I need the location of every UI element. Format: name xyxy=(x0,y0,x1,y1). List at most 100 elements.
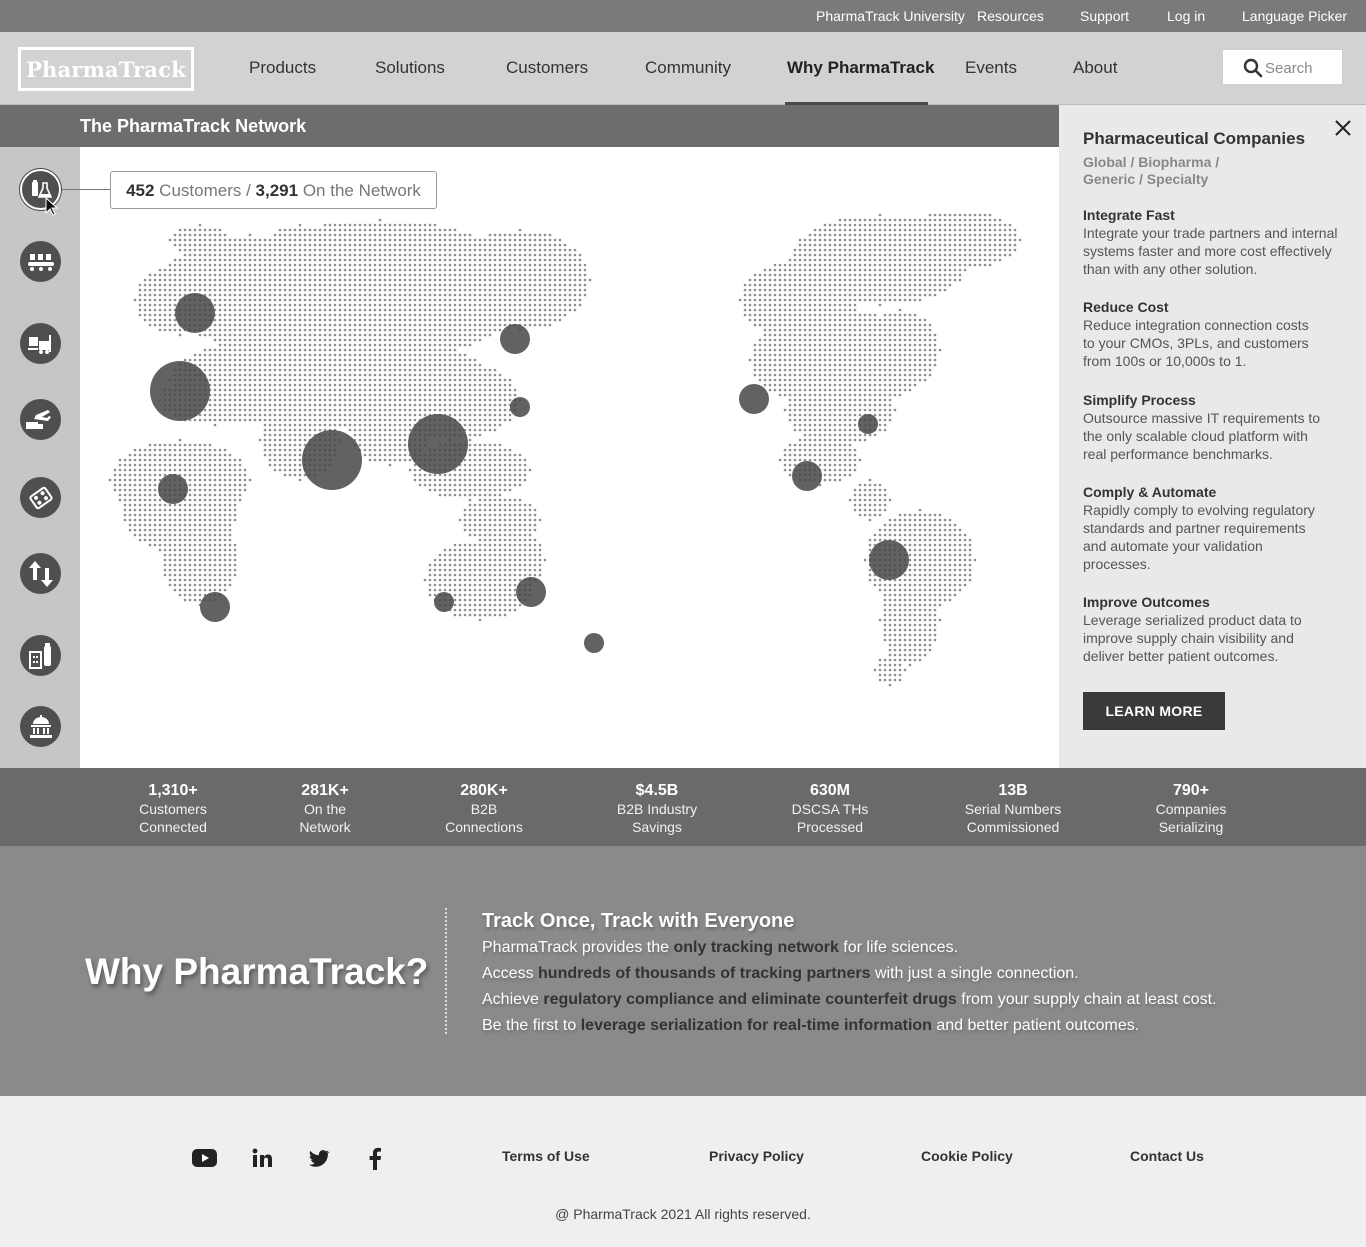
map-land-dot xyxy=(218,448,222,452)
map-land-dot xyxy=(853,303,857,307)
map-land-dot xyxy=(363,348,367,352)
map-land-dot xyxy=(218,323,222,327)
map-land-dot xyxy=(813,238,817,242)
nav-community[interactable]: Community xyxy=(645,58,731,78)
map-land-dot xyxy=(843,323,847,327)
nav-customers[interactable]: Customers xyxy=(506,58,588,78)
map-land-dot xyxy=(833,323,837,327)
map-land-dot xyxy=(398,243,402,247)
category-logistics-button[interactable] xyxy=(20,399,61,440)
map-land-dot xyxy=(173,238,177,242)
map-land-dot xyxy=(868,313,872,317)
map-land-dot xyxy=(373,403,377,407)
map-land-dot xyxy=(478,268,482,272)
map-land-dot xyxy=(308,418,312,422)
map-land-dot xyxy=(843,408,847,412)
category-manufacturing-button[interactable] xyxy=(20,241,61,282)
map-land-dot xyxy=(443,243,447,247)
map-land-dot xyxy=(538,288,542,292)
nav-products[interactable]: Products xyxy=(249,58,316,78)
map-land-dot xyxy=(478,313,482,317)
map-land-dot xyxy=(458,288,462,292)
map-land-dot xyxy=(788,268,792,272)
map-land-dot xyxy=(338,263,342,267)
category-government-button[interactable] xyxy=(20,706,61,747)
map-land-dot xyxy=(348,378,352,382)
map-land-dot xyxy=(913,378,917,382)
map-land-dot xyxy=(333,233,337,237)
map-land-dot xyxy=(548,243,552,247)
map-land-dot xyxy=(488,398,492,402)
map-land-dot xyxy=(378,228,382,232)
map-land-dot xyxy=(848,258,852,262)
map-land-dot xyxy=(173,458,177,462)
map-land-dot xyxy=(323,263,327,267)
category-warehouse-button[interactable] xyxy=(20,323,61,364)
map-land-dot xyxy=(393,448,397,452)
map-land-dot xyxy=(813,458,817,462)
map-land-dot xyxy=(938,243,942,247)
map-land-dot xyxy=(868,273,872,277)
utility-link-language-picker[interactable]: Language Picker xyxy=(1242,8,1347,24)
nav-why-pharmatrack[interactable]: Why PharmaTrack xyxy=(787,58,934,78)
map-land-dot xyxy=(798,298,802,302)
category-wholesale-button[interactable] xyxy=(20,553,61,594)
map-land-dot xyxy=(883,283,887,287)
search-box[interactable]: Search xyxy=(1222,49,1343,85)
map-land-dot xyxy=(158,283,162,287)
map-land-dot xyxy=(863,248,867,252)
map-land-dot xyxy=(298,353,302,357)
map-land-dot xyxy=(308,303,312,307)
map-land-dot xyxy=(903,373,907,377)
map-land-dot xyxy=(933,293,937,297)
map-land-dot xyxy=(858,253,862,257)
brand-logo[interactable]: PharmaTrack xyxy=(18,47,194,91)
map-land-dot xyxy=(463,463,467,467)
map-land-dot xyxy=(473,368,477,372)
category-pharmacy-button[interactable] xyxy=(20,635,61,676)
map-land-dot xyxy=(283,288,287,292)
nav-solutions[interactable]: Solutions xyxy=(375,58,445,78)
map-land-dot xyxy=(893,278,897,282)
map-land-dot xyxy=(233,393,237,397)
map-land-dot xyxy=(783,363,787,367)
map-land-dot xyxy=(213,338,217,342)
map-land-dot xyxy=(443,353,447,357)
map-land-dot xyxy=(493,408,497,412)
map-land-dot xyxy=(768,288,772,292)
nav-about[interactable]: About xyxy=(1073,58,1117,78)
map-land-dot xyxy=(553,288,557,292)
map-land-dot xyxy=(373,253,377,257)
map-land-dot xyxy=(813,343,817,347)
map-land-dot xyxy=(218,293,222,297)
nav-events[interactable]: Events xyxy=(965,58,1017,78)
map-land-dot xyxy=(473,303,477,307)
map-land-dot xyxy=(363,438,367,442)
map-land-dot xyxy=(363,278,367,282)
map-land-dot xyxy=(853,358,857,362)
map-land-dot xyxy=(443,248,447,252)
utility-link-university[interactable]: PharmaTrack University xyxy=(816,8,965,24)
map-land-dot xyxy=(193,453,197,457)
map-land-dot xyxy=(468,403,472,407)
map-land-dot xyxy=(258,343,262,347)
map-land-dot xyxy=(828,358,832,362)
map-land-dot xyxy=(218,403,222,407)
map-land-dot xyxy=(1008,228,1012,232)
utility-link-login[interactable]: Log in xyxy=(1167,8,1205,24)
map-land-dot xyxy=(878,348,882,352)
map-land-dot xyxy=(388,228,392,232)
utility-link-support[interactable]: Support xyxy=(1080,8,1129,24)
map-land-dot xyxy=(263,408,267,412)
utility-link-resources[interactable]: Resources xyxy=(977,8,1044,24)
map-land-dot xyxy=(858,373,862,377)
map-land-dot xyxy=(843,358,847,362)
map-land-dot xyxy=(208,263,212,267)
category-distribution-button[interactable] xyxy=(20,477,61,518)
map-land-dot xyxy=(438,328,442,332)
map-land-dot xyxy=(288,383,292,387)
map-land-dot xyxy=(383,428,387,432)
map-land-dot xyxy=(823,263,827,267)
map-land-dot xyxy=(788,403,792,407)
map-land-dot xyxy=(363,228,367,232)
